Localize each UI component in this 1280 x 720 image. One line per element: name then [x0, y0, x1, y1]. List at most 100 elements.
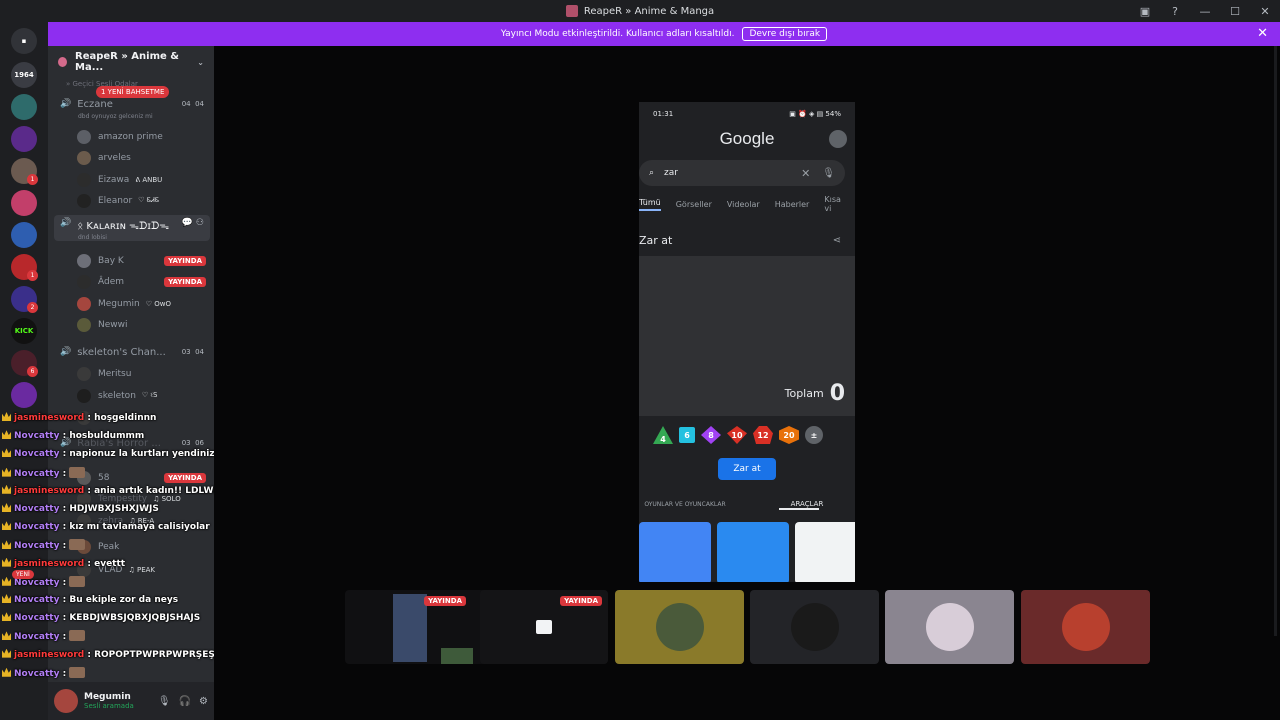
voice-member[interactable]: Meritsu	[77, 363, 210, 384]
server-icon[interactable]	[11, 222, 37, 248]
chat-icon[interactable]: 💬 ⚇	[182, 218, 210, 228]
participant-tile[interactable]	[615, 590, 744, 664]
banner-text: Yayıncı Modu etkinleştirildi. Kullanıcı …	[500, 29, 735, 39]
calculator-tile[interactable]	[639, 522, 711, 582]
user-count: 04 04	[181, 100, 204, 108]
minimize-button[interactable]: —	[1190, 5, 1220, 18]
voice-member[interactable]: Peak	[77, 536, 210, 557]
gear-icon[interactable]: ⚙	[199, 696, 208, 707]
participant-tile[interactable]: YAYINDA	[480, 590, 608, 664]
clear-icon[interactable]: ✕	[801, 167, 810, 180]
custom-die-button[interactable]: ±	[805, 426, 823, 444]
user-count: 03 06	[181, 439, 204, 447]
d10-button[interactable]: 10	[727, 426, 747, 444]
chat-text: : KEBDJWBSJQBXJQBJSHAJS	[59, 613, 201, 624]
channel-name: skeleton's Chan...	[77, 346, 166, 358]
google-logo: Google	[719, 129, 775, 148]
headset-icon[interactable]: 🎧	[179, 696, 191, 707]
dice-roll-area[interactable]: Toplam 0	[639, 256, 855, 416]
search-tabs: Tümü Görseller Videolar Haberler Kısa vi	[639, 192, 855, 216]
chat-text: :	[59, 541, 70, 552]
close-window-button[interactable]: ✕	[1250, 5, 1280, 18]
widget-title: Zar at	[639, 233, 673, 247]
crown-icon	[2, 594, 11, 603]
help-icon[interactable]: ?	[1160, 5, 1190, 18]
emote-image	[69, 466, 86, 478]
disable-streamer-mode-button[interactable]: Devre dışı bırak	[742, 27, 828, 41]
server-icon[interactable]	[11, 94, 37, 120]
avatar	[655, 603, 704, 651]
color-picker-tile[interactable]	[795, 522, 855, 582]
scrollbar[interactable]	[1274, 46, 1277, 636]
tab-shorts[interactable]: Kısa vi	[824, 195, 841, 213]
chat-username: Novcatty	[14, 577, 60, 588]
kick-server-icon[interactable]: KICK	[11, 318, 37, 344]
maximize-button[interactable]: ☐	[1220, 5, 1250, 18]
avatar[interactable]	[54, 689, 78, 713]
emote-image	[69, 630, 86, 642]
d8-button[interactable]: 8	[701, 426, 721, 444]
tab-games-toys[interactable]: OYUNLAR VE OYUNCAKLAR	[639, 501, 731, 508]
server-header[interactable]: ReapeR » Anime & Ma... ⌄	[48, 46, 214, 78]
voice-channel-skeleton[interactable]: 🔊 skeleton's Chan... 03 04	[54, 341, 210, 363]
tab-images[interactable]: Görseller	[676, 200, 712, 209]
server-icon[interactable]	[11, 382, 37, 408]
chevron-down-icon[interactable]: ⌄	[197, 58, 204, 67]
d12-button[interactable]: 12	[753, 426, 773, 444]
tab-videos[interactable]: Videolar	[727, 200, 760, 209]
chat-message: Novcatty :	[2, 666, 86, 683]
chat-message: Novcatty :	[2, 466, 86, 483]
roll-button[interactable]: Zar at	[718, 458, 776, 480]
search-input[interactable]: ⌕ zar ✕ 🎙	[639, 160, 845, 186]
dice-selector: 4 6 8 10 12 20 ±	[639, 416, 855, 454]
voice-member[interactable]: arveles	[77, 147, 210, 168]
avatar	[77, 193, 91, 208]
account-avatar[interactable]	[829, 130, 847, 148]
discord-home-icon[interactable]: ▪	[11, 28, 37, 54]
server-icon[interactable]	[11, 190, 37, 216]
search-icon: ⌕	[649, 168, 655, 178]
crown-icon	[2, 576, 11, 586]
chat-username: jasminesword	[14, 649, 85, 660]
voice-channel-eczane[interactable]: 🔊 Eczane 04 04	[54, 93, 210, 115]
voice-member[interactable]: Âdem YAYINDA	[77, 271, 210, 292]
close-icon[interactable]: ✕	[1257, 26, 1268, 41]
d4-button[interactable]: 4	[653, 426, 673, 444]
voice-member[interactable]: amazon prime	[77, 126, 210, 147]
tab-news[interactable]: Haberler	[775, 200, 810, 209]
server-icon-1964[interactable]: 1964	[11, 62, 37, 88]
participant-tile[interactable]	[885, 590, 1014, 664]
voice-member[interactable]: skeleton ♡ ଽS	[77, 385, 210, 406]
chat-username: jasminesword	[14, 485, 85, 496]
tab-tools[interactable]: ARAÇLAR	[761, 500, 853, 508]
chat-text: : Bu ekiple zor da neys	[59, 595, 179, 605]
voice-member[interactable]: Newwi	[77, 314, 210, 335]
voice-member[interactable]: Bay K YAYINDA	[77, 250, 210, 271]
mic-icon[interactable]: 🎙	[822, 168, 835, 179]
phone-screen-share[interactable]: 01:31 ▣ ⏰ ◈ ▤ 54% Google ⌕ zar ✕ 🎙 Tümü …	[639, 102, 855, 582]
avatar	[77, 172, 91, 187]
d20-button[interactable]: 20	[779, 426, 799, 444]
share-icon[interactable]: ⋖	[833, 235, 841, 246]
search-query[interactable]: zar	[664, 168, 678, 178]
participant-tile[interactable]	[1021, 590, 1150, 664]
tab-all[interactable]: Tümü	[639, 198, 661, 211]
metronome-tile[interactable]	[717, 522, 789, 582]
chat-username: Novcatty	[14, 504, 60, 514]
channel-status: dnd lobisi	[78, 234, 107, 241]
voice-member[interactable]: Megumin ♡ OwO	[77, 293, 210, 314]
participant-tile[interactable]	[750, 590, 879, 664]
server-icon[interactable]	[11, 126, 37, 152]
category-label[interactable]: » Geçici Sesli Odalar	[66, 80, 138, 88]
notification-badge: 6	[27, 366, 38, 377]
crown-icon	[2, 467, 11, 477]
inbox-icon[interactable]: ▣	[1130, 5, 1160, 18]
crown-icon	[2, 412, 11, 421]
voice-member[interactable]: Eleanor ♡ ᏋᏗᏋ	[77, 190, 210, 211]
mic-icon[interactable]: 🎙	[158, 696, 171, 707]
voice-member[interactable]: Eizawa ᕕ ANBU	[77, 169, 210, 190]
d6-button[interactable]: 6	[679, 427, 695, 443]
total-value: 0	[829, 381, 845, 406]
crown-icon	[2, 521, 11, 531]
avatar	[77, 253, 91, 268]
